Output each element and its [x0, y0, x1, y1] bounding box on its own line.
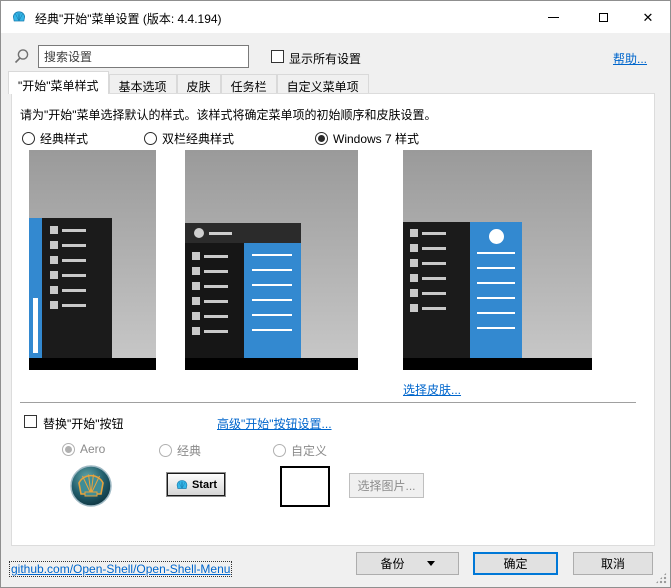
- ok-button[interactable]: 确定: [473, 552, 558, 575]
- start-shell-icon: [175, 479, 189, 491]
- advanced-start-button-link[interactable]: 高级"开始"按钮设置...: [217, 415, 332, 432]
- show-all-settings-label: 显示所有设置: [289, 50, 361, 67]
- radio-aero: Aero: [62, 442, 105, 456]
- preview-avatar-dot: [489, 229, 504, 244]
- minimize-button[interactable]: [533, 1, 573, 33]
- radio-custom-button-label: 自定义: [291, 442, 327, 459]
- radio-two-column-style-circle[interactable]: [144, 132, 157, 145]
- preview-sidebar-banner: [29, 218, 42, 358]
- radio-windows7-style[interactable]: Windows 7 样式: [315, 130, 419, 147]
- page-description: 请为"开始"菜单选择默认的样式。该样式将确定菜单项的初始顺序和皮肤设置。: [20, 106, 437, 123]
- preview-header-bar: [185, 223, 301, 243]
- preview-right-column: [244, 243, 301, 358]
- select-skin-link[interactable]: 选择皮肤...: [403, 381, 461, 398]
- radio-custom-button-circle: [273, 444, 286, 457]
- search-icon: [13, 48, 30, 65]
- tab-custom-menu-items[interactable]: 自定义菜单项: [277, 74, 369, 94]
- radio-custom-button: 自定义: [273, 442, 327, 459]
- search-input[interactable]: [38, 45, 249, 68]
- custom-image-box: [280, 466, 330, 507]
- dropdown-arrow-icon: [427, 561, 435, 566]
- backup-button-label: 备份: [380, 555, 404, 572]
- maximize-button[interactable]: [583, 1, 623, 33]
- preview-left-column: [185, 243, 244, 358]
- replace-start-button-checkbox[interactable]: [24, 415, 37, 428]
- preview-left-column: [403, 222, 470, 358]
- preview-taskbar: [185, 358, 358, 370]
- preview-right-column: [470, 222, 522, 358]
- title-bar: 经典"开始"菜单设置 (版本: 4.4.194) ✕: [1, 1, 670, 33]
- maximize-icon: [599, 13, 608, 22]
- preview-blue-lines: [477, 252, 515, 329]
- preview-taskbar: [29, 358, 156, 370]
- pick-image-button: 选择图片...: [349, 473, 424, 498]
- preview-avatar-dot: [194, 228, 204, 238]
- close-icon: ✕: [643, 11, 654, 24]
- preview-header-line: [209, 232, 232, 235]
- window-title: 经典"开始"菜单设置 (版本: 4.4.194): [35, 10, 222, 27]
- radio-aero-circle: [62, 443, 75, 456]
- separator: [20, 402, 636, 403]
- radio-aero-label: Aero: [80, 442, 105, 456]
- radio-windows7-style-label: Windows 7 样式: [333, 130, 419, 147]
- cancel-button[interactable]: 取消: [573, 552, 653, 575]
- preview-menu-items: [50, 226, 86, 309]
- app-shell-icon: [11, 9, 27, 25]
- classic-start-button-preview: Start: [167, 473, 225, 496]
- preview-blue-lines: [252, 254, 292, 331]
- preview-menu-items: [410, 229, 446, 312]
- radio-classic-button: 经典: [159, 442, 201, 459]
- settings-window: 经典"开始"菜单设置 (版本: 4.4.194) ✕ 显示所有设置 帮助... …: [0, 0, 671, 588]
- start-button-text: Start: [192, 479, 217, 491]
- preview-taskbar: [403, 358, 592, 370]
- preview-menu-items: [192, 252, 228, 335]
- replace-start-button-label: 替换"开始"按钮: [43, 415, 124, 432]
- resize-grip[interactable]: [655, 572, 667, 584]
- radio-classic-style-circle[interactable]: [22, 132, 35, 145]
- preview-classic-style: [29, 150, 156, 370]
- start-menu-style-page: 请为"开始"菜单选择默认的样式。该样式将确定菜单项的初始顺序和皮肤设置。 经典样…: [11, 93, 655, 546]
- radio-two-column-style[interactable]: 双栏经典样式: [144, 130, 234, 147]
- radio-two-column-style-label: 双栏经典样式: [162, 130, 234, 147]
- radio-classic-button-label: 经典: [177, 442, 201, 459]
- tab-bar: "开始"菜单样式 基本选项 皮肤 任务栏 自定义菜单项: [8, 71, 369, 94]
- aero-shell-button-icon: [70, 465, 112, 507]
- tab-basic-settings[interactable]: 基本选项: [109, 74, 177, 94]
- preview-two-column-style: [185, 150, 358, 370]
- radio-classic-style[interactable]: 经典样式: [22, 130, 88, 147]
- close-button[interactable]: ✕: [628, 1, 668, 33]
- tab-taskbar[interactable]: 任务栏: [221, 74, 277, 94]
- preview-banner-text-bar: [33, 298, 38, 353]
- preview-windows7-style: [403, 150, 592, 370]
- tab-skin[interactable]: 皮肤: [177, 74, 221, 94]
- tab-start-menu-style[interactable]: "开始"菜单样式: [8, 71, 109, 94]
- minimize-icon: [548, 17, 559, 18]
- show-all-settings-checkbox[interactable]: [271, 50, 284, 63]
- preview-menu-panel: [42, 218, 112, 358]
- github-link[interactable]: github.com/Open-Shell/Open-Shell-Menu: [9, 561, 232, 577]
- help-link[interactable]: 帮助...: [613, 50, 647, 67]
- radio-classic-button-circle: [159, 444, 172, 457]
- radio-windows7-style-circle[interactable]: [315, 132, 328, 145]
- radio-classic-style-label: 经典样式: [40, 130, 88, 147]
- backup-button[interactable]: 备份: [356, 552, 459, 575]
